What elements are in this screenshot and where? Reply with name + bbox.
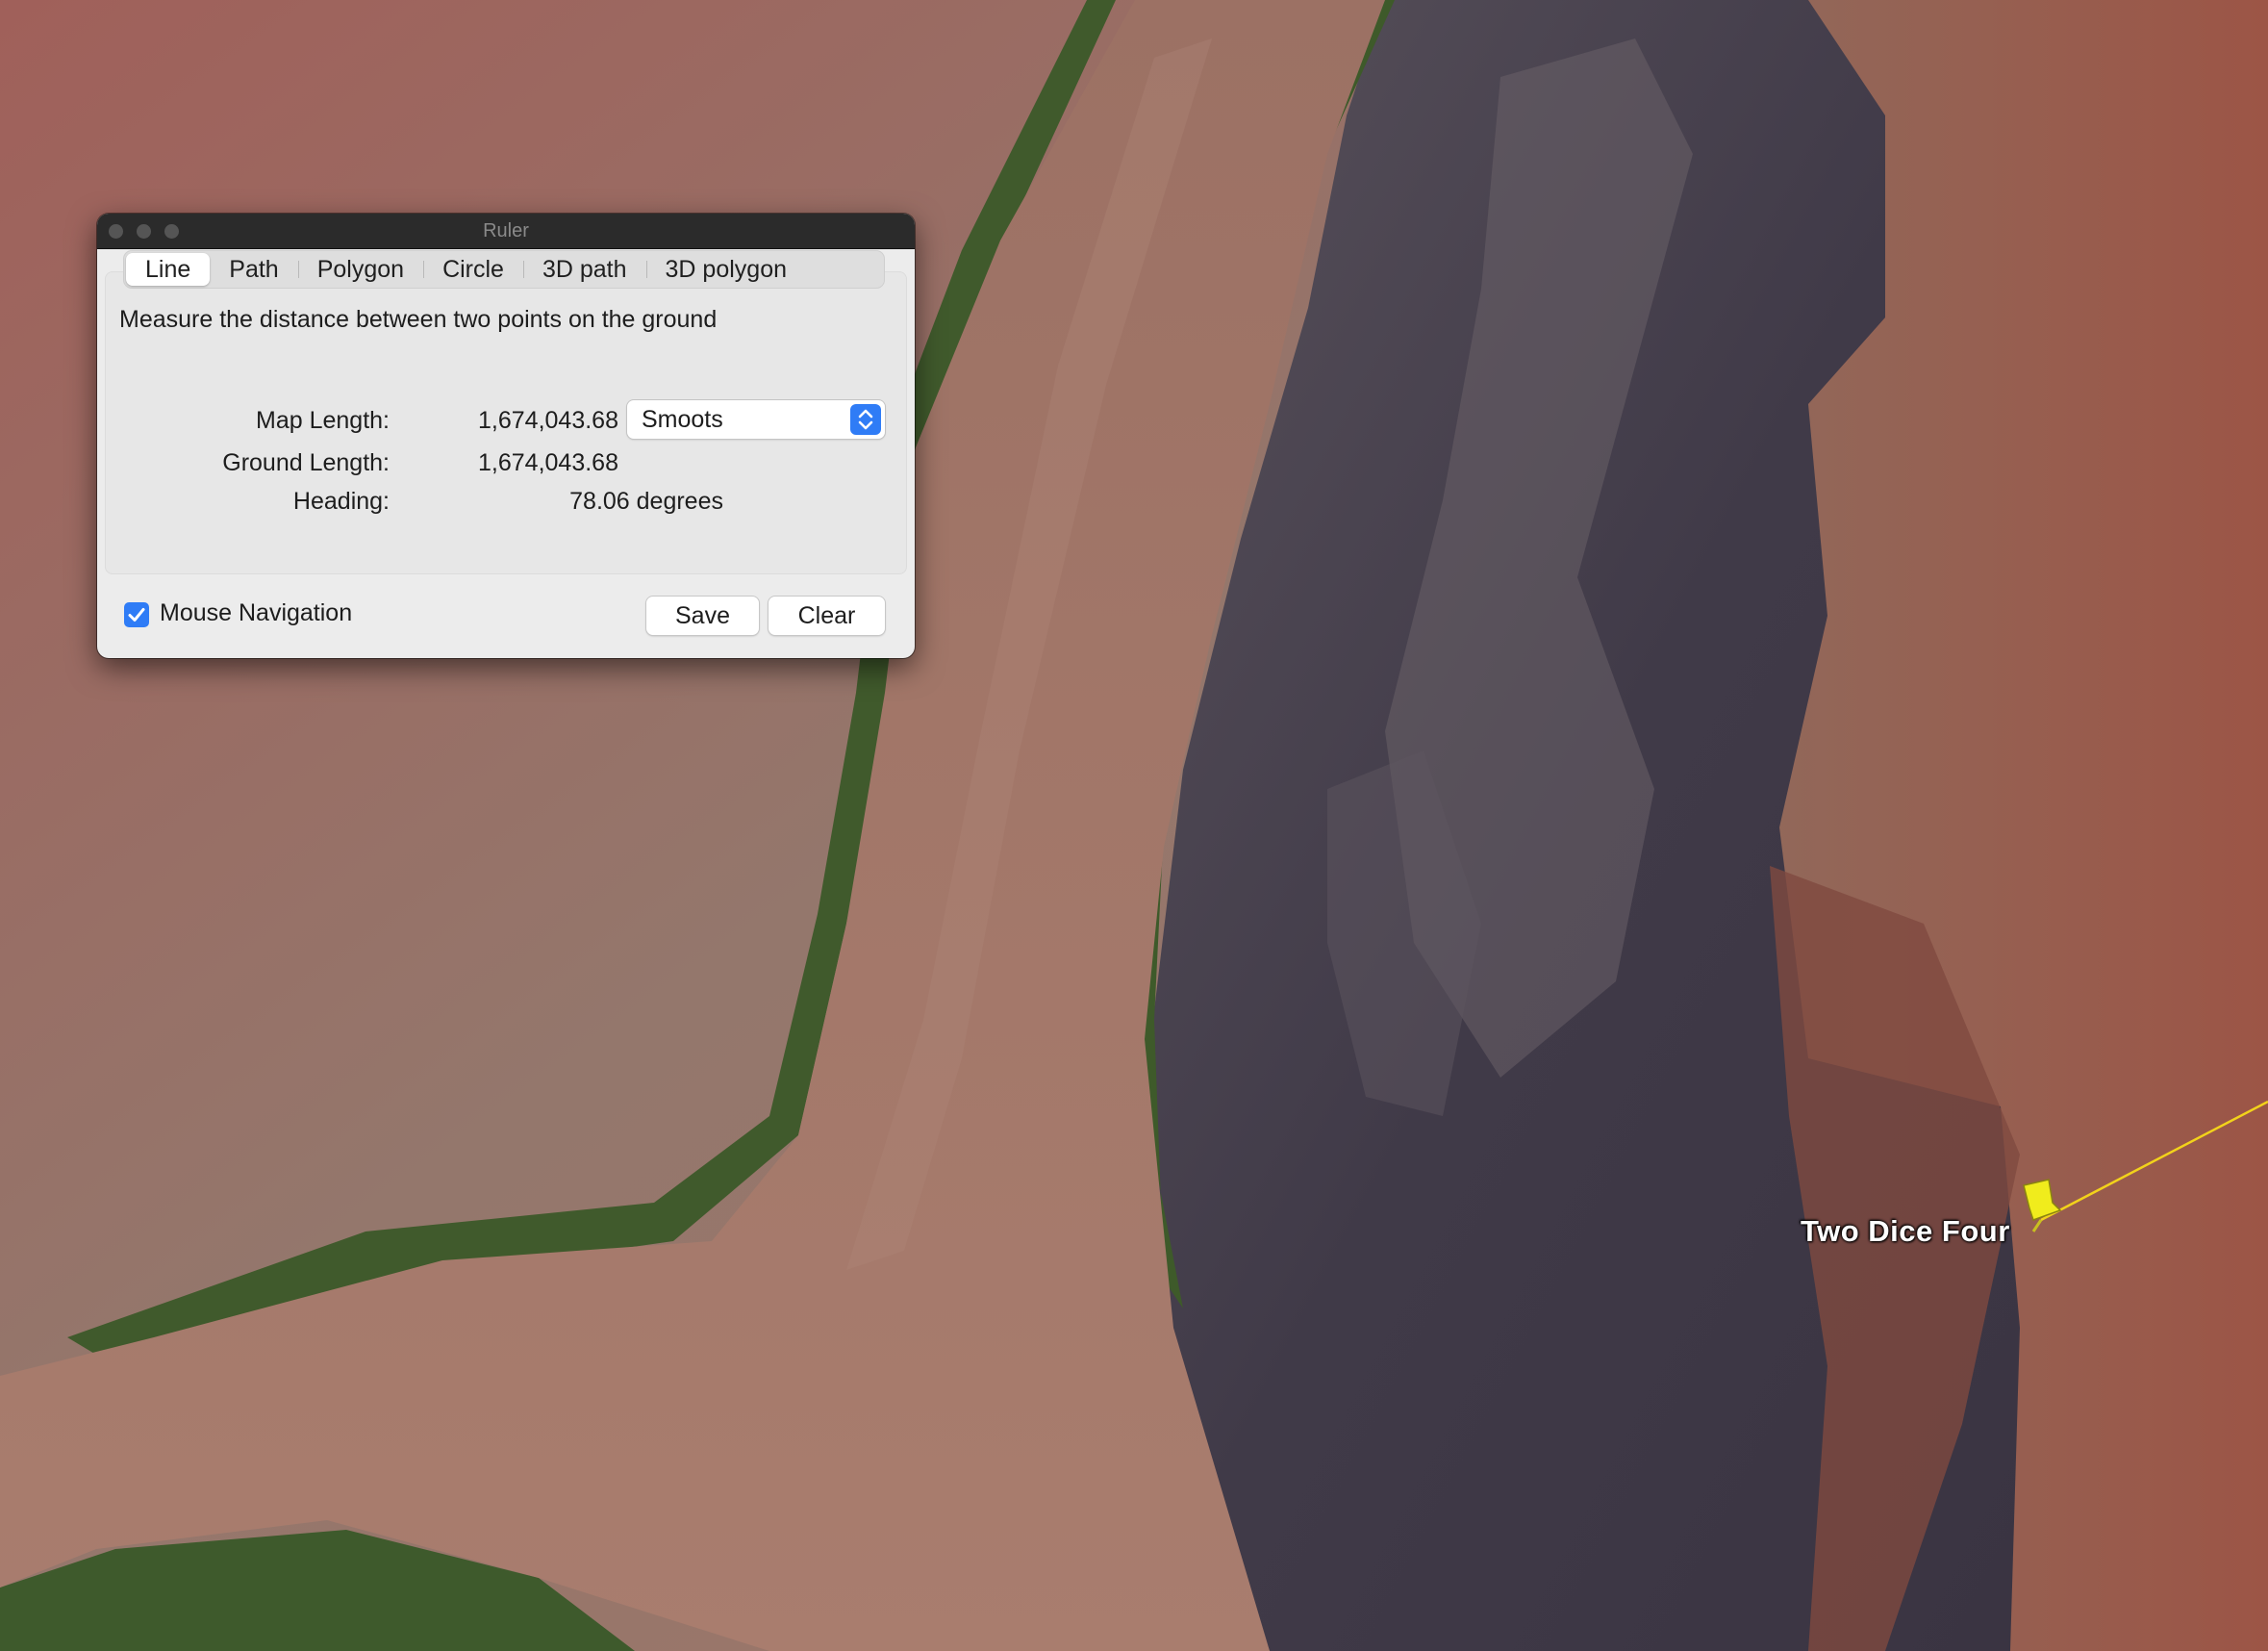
heading-value: 78.06 degrees <box>569 488 723 515</box>
map-length-label: Map Length: <box>256 407 390 434</box>
placemark-label[interactable]: Two Dice Four <box>1801 1214 2010 1249</box>
tab-line[interactable]: Line <box>126 253 211 286</box>
window-titlebar[interactable]: Ruler <box>97 214 915 249</box>
mouse-navigation-label[interactable]: Mouse Navigation <box>160 599 352 627</box>
heading-label: Heading: <box>292 488 390 515</box>
window-title: Ruler <box>483 220 529 241</box>
tab-3d-polygon[interactable]: 3D polygon <box>645 253 806 286</box>
tab-3d-path[interactable]: 3D path <box>522 253 646 286</box>
ground-length-label: Ground Length: <box>222 449 390 476</box>
map-length-value: 1,674,043.68 <box>478 407 618 434</box>
tab-circle[interactable]: Circle <box>423 253 523 286</box>
ruler-tab-bar: Line Path Polygon Circle 3D path 3D poly… <box>123 250 885 289</box>
chevron-up-down-icon <box>850 404 881 435</box>
tab-polygon[interactable]: Polygon <box>297 253 423 286</box>
mouse-navigation-checkbox[interactable] <box>124 602 149 627</box>
save-button[interactable]: Save <box>646 597 759 635</box>
unit-select[interactable]: Smoots <box>627 400 885 439</box>
clear-button[interactable]: Clear <box>769 597 885 635</box>
ground-length-value: 1,674,043.68 <box>478 449 618 476</box>
ruler-window: Ruler Line Path Polygon Circle 3D path 3… <box>97 214 915 658</box>
tab-path[interactable]: Path <box>210 253 297 286</box>
ruler-description: Measure the distance between two points … <box>119 306 718 333</box>
checkmark-icon <box>128 608 145 622</box>
unit-select-value: Smoots <box>642 406 723 433</box>
